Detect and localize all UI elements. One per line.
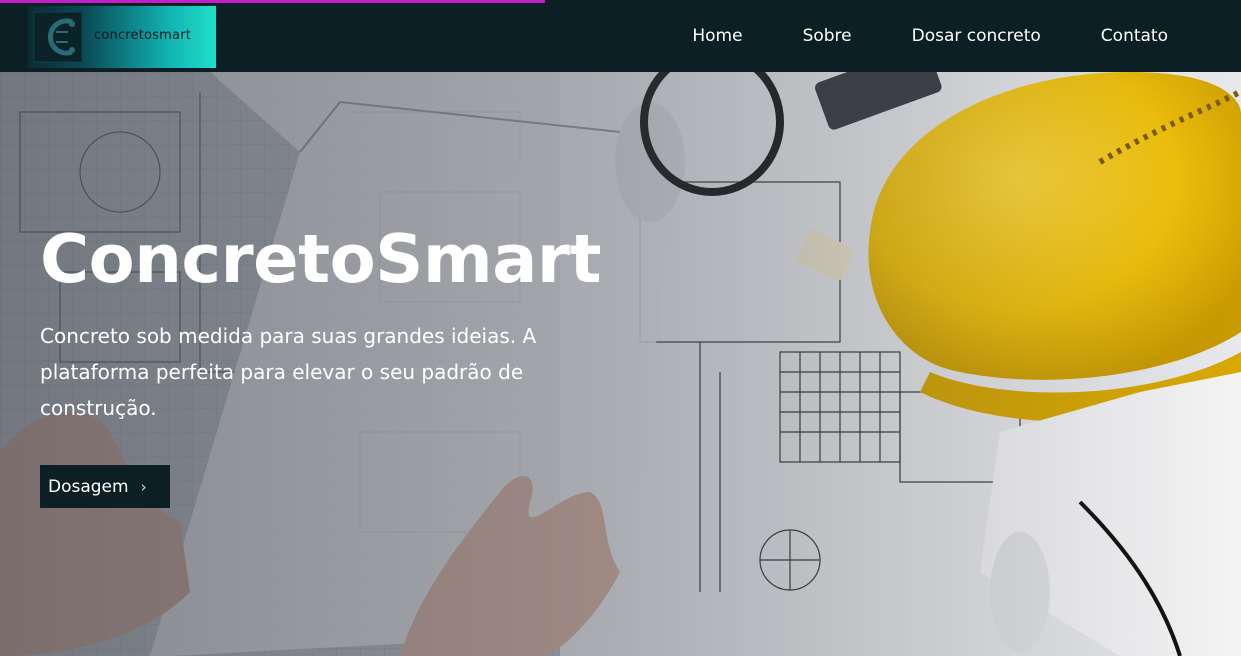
site-logo[interactable]: concretosmart [28,6,216,68]
hero-section: ConcretoSmart Concreto sob medida para s… [0,72,1241,656]
nav-link-sobre[interactable]: Sobre [803,26,852,46]
nav-link-dosar-concreto[interactable]: Dosar concreto [912,26,1041,46]
nav-link-contato[interactable]: Contato [1101,26,1168,46]
logo-mark-icon [33,11,83,63]
page-progress-bar [0,0,545,3]
chevron-right-icon: › [140,477,147,496]
navbar: concretosmart Home Sobre Dosar concreto … [0,0,1241,72]
dosagem-button[interactable]: Dosagem › [40,465,170,508]
logo-text: concretosmart [94,28,192,43]
main-nav: Home Sobre Dosar concreto Contato [632,0,1168,72]
dosagem-button-label: Dosagem [48,476,129,497]
nav-link-home[interactable]: Home [692,26,742,46]
hero-subtitle: Concreto sob medida para suas grandes id… [40,324,537,420]
hero-title: ConcretoSmart [40,220,602,298]
